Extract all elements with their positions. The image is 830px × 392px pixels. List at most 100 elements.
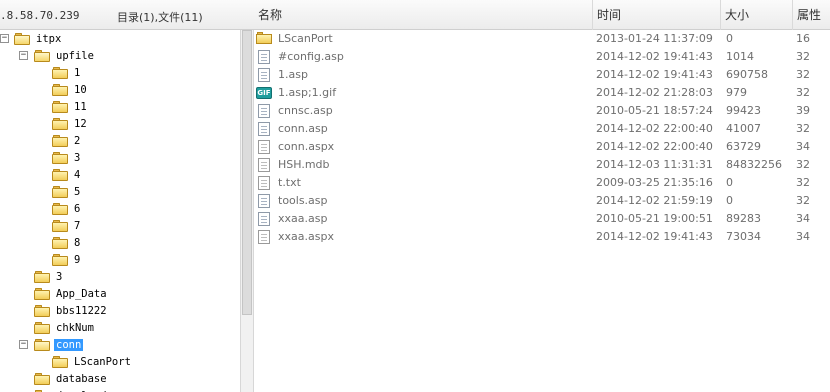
tree-node[interactable]: App_Data — [34, 285, 109, 302]
tree-node[interactable]: 11 — [52, 98, 89, 115]
tree-toggle-icon[interactable]: − — [19, 340, 28, 349]
column-header-name[interactable]: 名称 — [254, 0, 592, 30]
tree-node-label[interactable]: 7 — [72, 220, 82, 232]
tree-node[interactable]: 7 — [52, 217, 82, 234]
tree-node-label[interactable]: 3 — [72, 152, 82, 164]
file-size: 99423 — [726, 104, 761, 117]
tree-node-label[interactable]: 12 — [72, 118, 89, 130]
file-attr: 32 — [796, 86, 810, 99]
tree-node-label[interactable]: LScanPort — [72, 356, 133, 368]
tree-node[interactable]: 4 — [52, 166, 82, 183]
tree-toggle-icon[interactable]: − — [19, 51, 28, 60]
file-row[interactable]: xxaa.asp 2010-05-21 19:00:51 89283 34 — [254, 210, 830, 228]
tree-node-label[interactable]: 10 — [72, 84, 89, 96]
file-attr: 34 — [796, 212, 810, 225]
folder-open-icon — [34, 338, 50, 351]
file-size: 0 — [726, 194, 733, 207]
tree-node-label[interactable]: itpx — [34, 33, 63, 45]
tree-scrollbar[interactable] — [240, 30, 254, 392]
file-row[interactable]: t.txt 2009-03-25 21:35:16 0 32 — [254, 174, 830, 192]
file-row[interactable]: tools.asp 2014-12-02 21:59:19 0 32 — [254, 192, 830, 210]
file-attr: 34 — [796, 140, 810, 153]
tree-node-label[interactable]: 5 — [72, 186, 82, 198]
tree-node[interactable]: − itpx — [0, 30, 63, 47]
column-header-time[interactable]: 时间 — [592, 0, 720, 30]
tree-node[interactable]: chkNum — [34, 319, 96, 336]
tree-node[interactable]: 2 — [52, 132, 82, 149]
tree-node-label[interactable]: 4 — [72, 169, 82, 181]
tree-node-label[interactable]: App_Data — [54, 288, 109, 300]
file-attr: 32 — [796, 68, 810, 81]
file-row[interactable]: xxaa.aspx 2014-12-02 19:41:43 73034 34 — [254, 228, 830, 246]
tree-node-label[interactable]: conn — [54, 338, 84, 351]
tree-node[interactable]: 12 — [52, 115, 89, 132]
folder-icon — [52, 168, 68, 181]
tree-node[interactable]: database — [34, 370, 109, 387]
tree-node[interactable]: − upfile — [19, 47, 96, 64]
file-row[interactable]: GIF 1.asp;1.gif 2014-12-02 21:28:03 979 32 — [254, 84, 830, 102]
file-size: 73034 — [726, 230, 761, 243]
tree-node[interactable]: 1 — [52, 64, 82, 81]
file-list[interactable]: LScanPort 2013-01-24 11:37:09 0 16 #config.a… — [254, 30, 830, 392]
folder-icon — [52, 253, 68, 266]
folder-icon — [34, 287, 50, 300]
file-size: 41007 — [726, 122, 761, 135]
tree-toggle-icon[interactable]: − — [0, 34, 9, 43]
tree-node-label[interactable]: 1 — [72, 67, 82, 79]
file-row[interactable]: conn.asp 2014-12-02 22:00:40 41007 32 — [254, 120, 830, 138]
folder-tree[interactable]: − itpx − upfile 1 10 11 12 2 3 4 5 6 7 8 9 3 App_Data bbs1… — [0, 30, 240, 392]
file-row[interactable]: cnnsc.asp 2010-05-21 18:57:24 99423 39 — [254, 102, 830, 120]
file-time: 2010-05-21 19:00:51 — [596, 212, 713, 225]
file-time: 2014-12-02 22:00:40 — [596, 140, 713, 153]
tree-node-label[interactable]: upfile — [54, 50, 96, 62]
tree-node[interactable]: download — [34, 387, 109, 392]
tree-node-label[interactable]: 2 — [72, 135, 82, 147]
folder-icon — [52, 83, 68, 96]
folder-icon — [52, 100, 68, 113]
file-row[interactable]: conn.aspx 2014-12-02 22:00:40 63729 34 — [254, 138, 830, 156]
tree-node-label[interactable]: bbs11222 — [54, 305, 109, 317]
asp-file-icon — [258, 50, 270, 64]
tree-node[interactable]: 10 — [52, 81, 89, 98]
file-row[interactable]: 1.asp 2014-12-02 19:41:43 690758 32 — [254, 66, 830, 84]
file-row[interactable]: LScanPort 2013-01-24 11:37:09 0 16 — [254, 30, 830, 48]
scrollbar-thumb[interactable] — [242, 30, 252, 315]
tree-header: .8.58.70.239 目录(1),文件(11) — [0, 0, 240, 30]
asp-file-icon — [258, 212, 270, 226]
file-time: 2014-12-02 22:00:40 — [596, 122, 713, 135]
file-time: 2014-12-02 19:41:43 — [596, 50, 713, 63]
file-attr: 39 — [796, 104, 810, 117]
folder-open-icon — [14, 32, 30, 45]
file-time: 2014-12-02 19:41:43 — [596, 68, 713, 81]
folder-icon — [34, 304, 50, 317]
tree-node[interactable]: 8 — [52, 234, 82, 251]
tree-node[interactable]: 9 — [52, 251, 82, 268]
file-time: 2014-12-02 19:41:43 — [596, 230, 713, 243]
file-name: conn.asp — [278, 122, 328, 135]
tree-node-label[interactable]: 6 — [72, 203, 82, 215]
tree-node[interactable]: 3 — [34, 268, 64, 285]
tree-node[interactable]: LScanPort — [52, 353, 133, 370]
column-header-attr[interactable]: 属性 — [792, 0, 830, 30]
file-name: LScanPort — [278, 32, 333, 45]
tree-node[interactable]: − conn — [19, 336, 84, 353]
tree-node-label[interactable]: 3 — [54, 271, 64, 283]
tree-node-label[interactable]: 11 — [72, 101, 89, 113]
tree-node-label[interactable]: 8 — [72, 237, 82, 249]
file-name: 1.asp — [278, 68, 308, 81]
tree-node-label[interactable]: chkNum — [54, 322, 96, 334]
counts-label: 目录(1),文件(11) — [117, 11, 203, 24]
tree-node[interactable]: 6 — [52, 200, 82, 217]
tree-node[interactable]: bbs11222 — [34, 302, 109, 319]
file-time: 2014-12-02 21:28:03 — [596, 86, 713, 99]
tree-node-label[interactable]: 9 — [72, 254, 82, 266]
asp-file-icon — [258, 104, 270, 118]
column-header-size[interactable]: 大小 — [720, 0, 792, 30]
folder-icon — [52, 355, 68, 368]
tree-node[interactable]: 3 — [52, 149, 82, 166]
tree-node[interactable]: 5 — [52, 183, 82, 200]
file-time: 2009-03-25 21:35:16 — [596, 176, 713, 189]
file-row[interactable]: HSH.mdb 2014-12-03 11:31:31 84832256 32 — [254, 156, 830, 174]
tree-node-label[interactable]: database — [54, 373, 109, 385]
file-row[interactable]: #config.asp 2014-12-02 19:41:43 1014 32 — [254, 48, 830, 66]
